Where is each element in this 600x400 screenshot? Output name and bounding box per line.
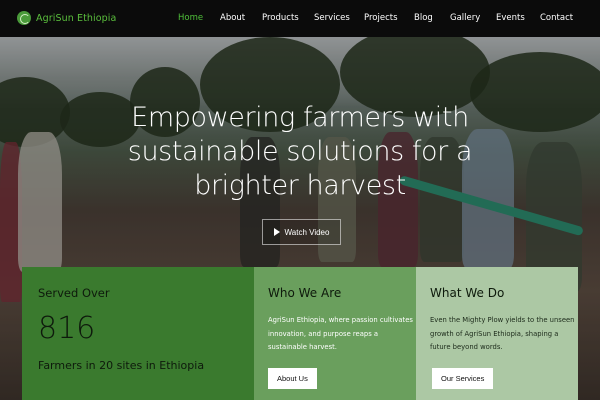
- served-label: Served Over: [38, 286, 110, 300]
- brand-name: AgriSun Ethiopia: [36, 12, 117, 24]
- nav-events[interactable]: Events: [496, 13, 540, 23]
- main-nav: Home About Products Services Projects Bl…: [178, 13, 580, 23]
- what-we-do-text: Even the Mighty Plow yields to the unsee…: [430, 316, 575, 351]
- about-us-button[interactable]: About Us: [268, 368, 317, 389]
- our-services-button[interactable]: Our Services: [432, 368, 494, 389]
- what-we-do-card: What We Do Even the Mighty Plow yields t…: [416, 267, 578, 400]
- sun-leaf-icon: [17, 11, 31, 25]
- served-stats-card: Served Over 816 Farmers in 20 sites in E…: [22, 267, 254, 400]
- nav-about[interactable]: About: [220, 13, 262, 23]
- what-we-do-title: What We Do: [430, 286, 505, 300]
- play-icon: [273, 228, 280, 236]
- who-we-are-title: Who We Are: [268, 286, 342, 300]
- nav-gallery[interactable]: Gallery: [450, 13, 496, 23]
- nav-services[interactable]: Services: [314, 13, 364, 23]
- brand[interactable]: AgriSun Ethiopia: [17, 11, 116, 25]
- who-we-are-text: AgriSun Ethiopia, where passion cultivat…: [268, 316, 413, 351]
- nav-blog[interactable]: Blog: [414, 13, 450, 23]
- watch-video-button[interactable]: Watch Video: [262, 219, 341, 245]
- hero-headline: Empowering farmers with sustainable solu…: [127, 102, 473, 201]
- who-we-are-card: Who We Are AgriSun Ethiopia, where passi…: [254, 267, 416, 400]
- nav-home[interactable]: Home: [178, 13, 220, 23]
- nav-contact[interactable]: Contact: [540, 13, 580, 23]
- served-description: Farmers in 20 sites in Ethiopia: [38, 359, 205, 372]
- nav-projects[interactable]: Projects: [364, 13, 414, 23]
- nav-products[interactable]: Products: [262, 13, 314, 23]
- top-navbar: AgriSun Ethiopia Home About Products Ser…: [0, 0, 600, 37]
- served-number: 816: [38, 311, 96, 346]
- watch-video-label: Watch Video: [284, 227, 330, 237]
